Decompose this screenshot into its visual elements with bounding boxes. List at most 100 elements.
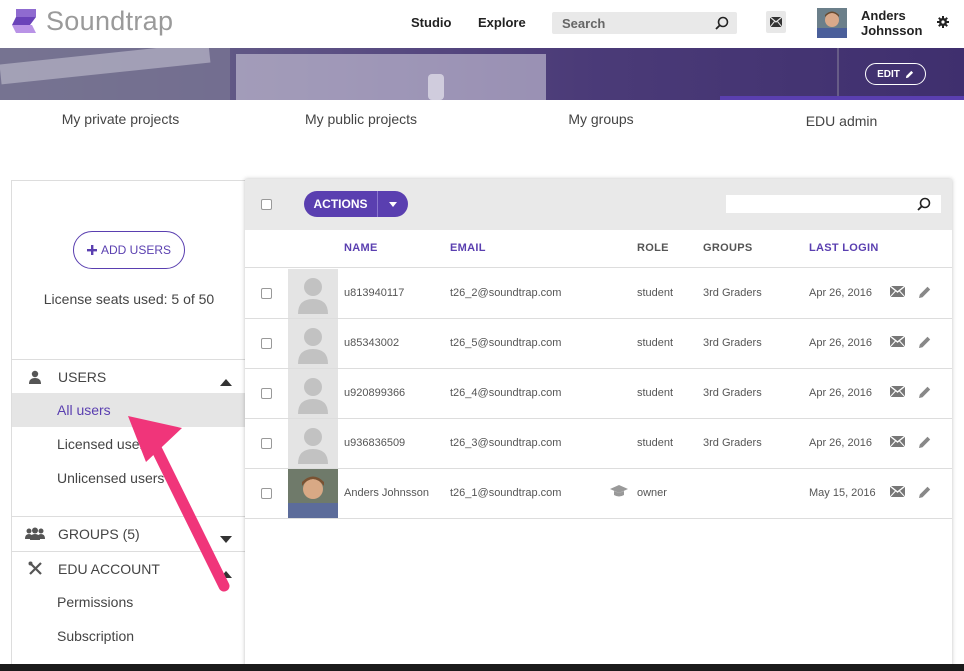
email-cell: t26_2@soundtrap.com (450, 287, 562, 299)
bottom-background-strip (0, 664, 964, 671)
select-all-checkbox[interactable] (261, 199, 272, 210)
last-login-cell: Apr 26, 2016 (809, 337, 872, 349)
role-cell: student (637, 437, 674, 449)
col-email[interactable]: EMAIL (450, 242, 486, 254)
search-icon[interactable] (715, 16, 729, 35)
caret-up-icon[interactable] (220, 373, 232, 389)
table-row[interactable]: u920899366 t26_4@soundtrap.com student 3… (245, 369, 952, 419)
user-first-name: Anders (861, 8, 906, 23)
user-name-cell: u920899366 (344, 387, 406, 399)
logo-text: Soundtrap (46, 6, 174, 36)
row-checkbox[interactable] (261, 288, 272, 299)
nav-explore[interactable]: Explore (478, 15, 526, 30)
license-seats-text: License seats used: 5 of 50 (43, 291, 215, 307)
email-cell: t26_5@soundtrap.com (450, 337, 562, 349)
pencil-icon[interactable] (918, 385, 932, 402)
banner-image (0, 48, 964, 100)
add-users-button[interactable]: ADD USERS (73, 231, 185, 269)
profile-tabs: My private projects My public projects M… (0, 96, 964, 138)
last-login-cell: Apr 26, 2016 (809, 287, 872, 299)
table-row[interactable]: u936836509 t26_3@soundtrap.com student 3… (245, 419, 952, 469)
pencil-icon[interactable] (918, 335, 932, 352)
groups-cell: 3rd Graders (703, 337, 762, 349)
logo[interactable]: Soundtrap (12, 6, 173, 37)
mail-icon[interactable] (889, 285, 906, 300)
last-login-cell: May 15, 2016 (809, 487, 876, 499)
default-avatar-icon (288, 319, 338, 368)
mail-icon[interactable] (889, 485, 906, 500)
last-login-cell: Apr 26, 2016 (809, 387, 872, 399)
search-icon[interactable] (917, 197, 931, 216)
user-name-cell: u936836509 (344, 437, 406, 449)
email-cell: t26_3@soundtrap.com (450, 437, 562, 449)
col-name[interactable]: NAME (344, 242, 378, 254)
chevron-down-icon[interactable] (378, 191, 408, 217)
user-name-cell: u813940117 (344, 287, 405, 299)
soundtrap-logo-icon (12, 7, 40, 37)
table-row[interactable]: u813940117 t26_2@soundtrap.com student 3… (245, 269, 952, 319)
plus-icon (86, 245, 97, 255)
col-groups: GROUPS (703, 242, 753, 254)
header-divider (245, 267, 952, 268)
nav-studio[interactable]: Studio (411, 15, 451, 30)
tab-my-groups[interactable]: My groups (481, 100, 721, 138)
role-cell: student (637, 337, 674, 349)
table-row[interactable]: u85343002 t26_5@soundtrap.com student 3r… (245, 319, 952, 369)
users-table-panel: ACTIONS NAME EMAIL ROLE GROUPS LAST LOGI… (245, 179, 952, 671)
edit-label: EDIT (877, 68, 900, 80)
group-icon (12, 527, 58, 540)
row-checkbox[interactable] (261, 338, 272, 349)
row-checkbox[interactable] (261, 388, 272, 399)
user-name[interactable]: Anders Johnsson (861, 8, 922, 38)
users-section-label: USERS (58, 368, 107, 385)
mail-icon (770, 17, 782, 27)
table-search-input[interactable] (726, 195, 941, 213)
search-bar (552, 12, 737, 34)
role-cell: student (637, 387, 674, 399)
actions-label[interactable]: ACTIONS (304, 191, 378, 217)
tab-public-projects[interactable]: My public projects (241, 100, 481, 138)
user-name-cell: Anders Johnsson (344, 487, 429, 499)
table-row[interactable]: Anders Johnsson t26_1@soundtrap.com owne… (245, 469, 952, 519)
user-icon (12, 370, 58, 384)
mail-icon[interactable] (889, 385, 906, 400)
sidebar-item-subscription[interactable]: Subscription (12, 619, 246, 653)
col-last-login[interactable]: LAST LOGIN (809, 242, 879, 254)
user-photo (288, 469, 338, 518)
add-users-label: ADD USERS (100, 243, 171, 257)
top-nav: Soundtrap Studio Explore Anders Johnsson (0, 0, 964, 48)
default-avatar-icon (288, 369, 338, 418)
tab-edu-admin[interactable]: EDU admin (721, 96, 962, 138)
mail-icon[interactable] (889, 435, 906, 450)
user-last-name: Johnsson (861, 23, 923, 38)
default-avatar-icon (288, 419, 338, 468)
gear-icon[interactable] (937, 15, 949, 33)
last-login-cell: Apr 26, 2016 (809, 437, 872, 449)
row-checkbox[interactable] (261, 438, 272, 449)
groups-cell: 3rd Graders (703, 387, 762, 399)
pencil-icon[interactable] (918, 435, 932, 452)
actions-dropdown[interactable]: ACTIONS (304, 191, 408, 217)
row-checkbox[interactable] (261, 488, 272, 499)
pencil-icon[interactable] (918, 485, 932, 502)
tab-private-projects[interactable]: My private projects (0, 100, 241, 138)
user-avatar[interactable] (817, 8, 847, 38)
user-name-cell: u85343002 (344, 337, 400, 349)
pencil-icon (905, 70, 913, 78)
email-cell: t26_4@soundtrap.com (450, 387, 562, 399)
users-section-header[interactable]: USERS (12, 359, 246, 393)
email-cell: t26_1@soundtrap.com (450, 487, 562, 499)
pencil-icon[interactable] (918, 285, 932, 302)
tools-icon (12, 561, 58, 576)
table-toolbar: ACTIONS (245, 179, 952, 230)
search-input[interactable] (552, 12, 702, 34)
annotation-arrow (124, 410, 244, 600)
role-cell: owner (637, 487, 667, 499)
profile-banner: EDIT (0, 48, 964, 100)
edit-banner-button[interactable]: EDIT (865, 63, 926, 85)
groups-cell: 3rd Graders (703, 287, 762, 299)
col-role: ROLE (637, 242, 669, 254)
messages-button[interactable] (766, 11, 786, 33)
mail-icon[interactable] (889, 335, 906, 350)
default-avatar-icon (288, 269, 338, 318)
